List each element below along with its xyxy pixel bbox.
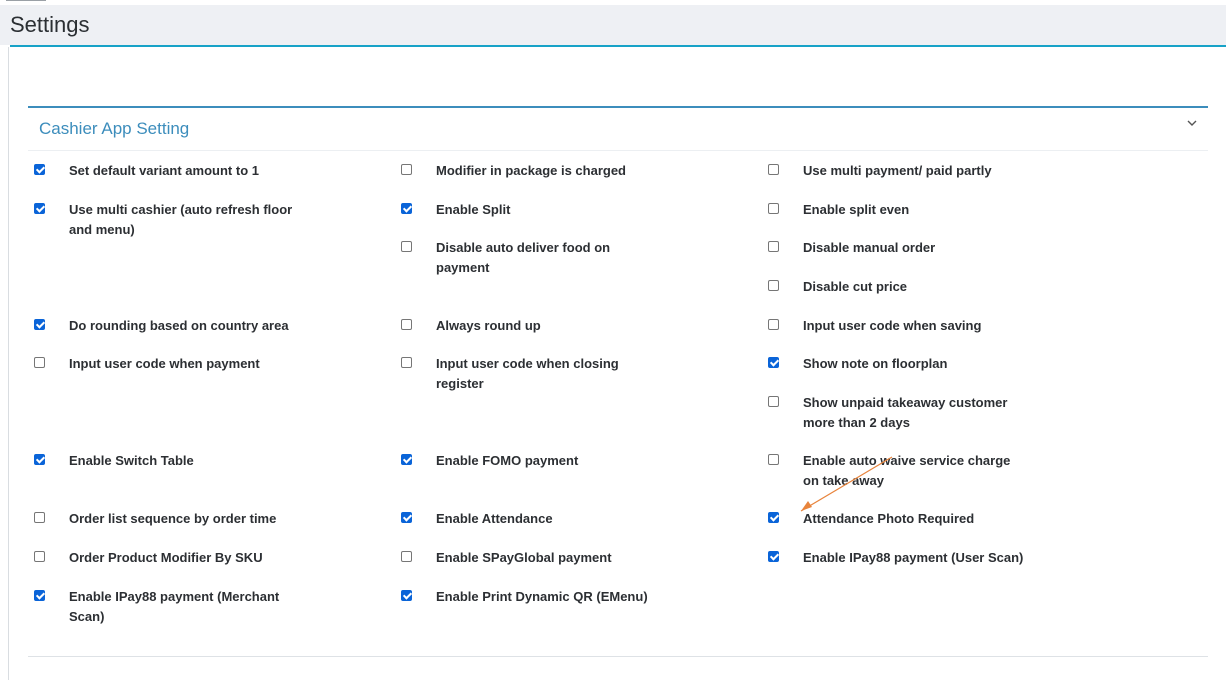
- setting-checkbox[interactable]: [34, 319, 45, 330]
- setting-label[interactable]: Enable IPay88 payment (Merchant Scan): [69, 587, 294, 627]
- chevron-down-icon[interactable]: [1184, 116, 1200, 132]
- setting-label[interactable]: Attendance Photo Required: [803, 509, 1028, 529]
- setting-checkbox[interactable]: [768, 280, 779, 291]
- setting-checkbox[interactable]: [401, 203, 412, 214]
- setting-checkbox[interactable]: [768, 454, 779, 465]
- setting-checkbox[interactable]: [34, 454, 45, 465]
- setting-checkbox[interactable]: [768, 551, 779, 562]
- setting-checkbox[interactable]: [401, 454, 412, 465]
- setting-label[interactable]: Order list sequence by order time: [69, 509, 294, 529]
- setting-label[interactable]: Enable auto waive service charge on take…: [803, 451, 1028, 491]
- setting-label[interactable]: Modifier in package is charged: [436, 161, 661, 181]
- setting-checkbox[interactable]: [34, 551, 45, 562]
- page-header: Settings: [0, 5, 1226, 45]
- setting-label[interactable]: Disable auto deliver food on payment: [436, 238, 661, 278]
- setting-label[interactable]: Input user code when saving: [803, 316, 1028, 336]
- setting-checkbox[interactable]: [34, 512, 45, 523]
- setting-label[interactable]: Do rounding based on country area: [69, 316, 294, 336]
- setting-label[interactable]: Enable Attendance: [436, 509, 661, 529]
- setting-label[interactable]: Disable manual order: [803, 238, 1028, 258]
- setting-label[interactable]: Enable SPayGlobal payment: [436, 548, 661, 568]
- setting-checkbox[interactable]: [401, 319, 412, 330]
- setting-label[interactable]: Enable split even: [803, 200, 1028, 220]
- setting-label[interactable]: Order Product Modifier By SKU: [69, 548, 294, 568]
- content-left-border: [8, 47, 9, 680]
- setting-label[interactable]: Enable FOMO payment: [436, 451, 661, 471]
- setting-checkbox[interactable]: [34, 164, 45, 175]
- setting-label[interactable]: Input user code when closing register: [436, 354, 661, 394]
- setting-checkbox[interactable]: [768, 319, 779, 330]
- setting-checkbox[interactable]: [401, 357, 412, 368]
- setting-checkbox[interactable]: [401, 164, 412, 175]
- setting-checkbox[interactable]: [401, 551, 412, 562]
- setting-label[interactable]: Show note on floorplan: [803, 354, 1028, 374]
- setting-label[interactable]: Disable cut price: [803, 277, 1028, 297]
- setting-label[interactable]: Enable Split: [436, 200, 661, 220]
- setting-label[interactable]: Always round up: [436, 316, 661, 336]
- setting-checkbox[interactable]: [768, 164, 779, 175]
- setting-label[interactable]: Use multi cashier (auto refresh floor an…: [69, 200, 294, 240]
- setting-checkbox[interactable]: [401, 590, 412, 601]
- card-title: Cashier App Setting: [39, 119, 190, 138]
- setting-checkbox[interactable]: [34, 203, 45, 214]
- card-header: Cashier App Setting: [28, 108, 1208, 151]
- setting-checkbox[interactable]: [401, 241, 412, 252]
- top-edge-mark: [6, 0, 46, 1]
- page-title: Settings: [10, 12, 90, 37]
- setting-label[interactable]: Enable Print Dynamic QR (EMenu): [436, 587, 661, 607]
- setting-label[interactable]: Enable IPay88 payment (User Scan): [803, 548, 1028, 568]
- setting-checkbox[interactable]: [768, 396, 779, 407]
- setting-checkbox[interactable]: [34, 590, 45, 601]
- setting-checkbox[interactable]: [34, 357, 45, 368]
- setting-label[interactable]: Show unpaid takeaway customer more than …: [803, 393, 1028, 433]
- header-divider: [10, 45, 1226, 47]
- setting-label[interactable]: Set default variant amount to 1: [69, 161, 294, 181]
- setting-checkbox[interactable]: [768, 241, 779, 252]
- setting-checkbox[interactable]: [768, 203, 779, 214]
- setting-label[interactable]: Input user code when payment: [69, 354, 294, 374]
- setting-checkbox[interactable]: [401, 512, 412, 523]
- setting-label[interactable]: Use multi payment/ paid partly: [803, 161, 1028, 181]
- setting-checkbox[interactable]: [768, 512, 779, 523]
- setting-label[interactable]: Enable Switch Table: [69, 451, 294, 471]
- setting-checkbox[interactable]: [768, 357, 779, 368]
